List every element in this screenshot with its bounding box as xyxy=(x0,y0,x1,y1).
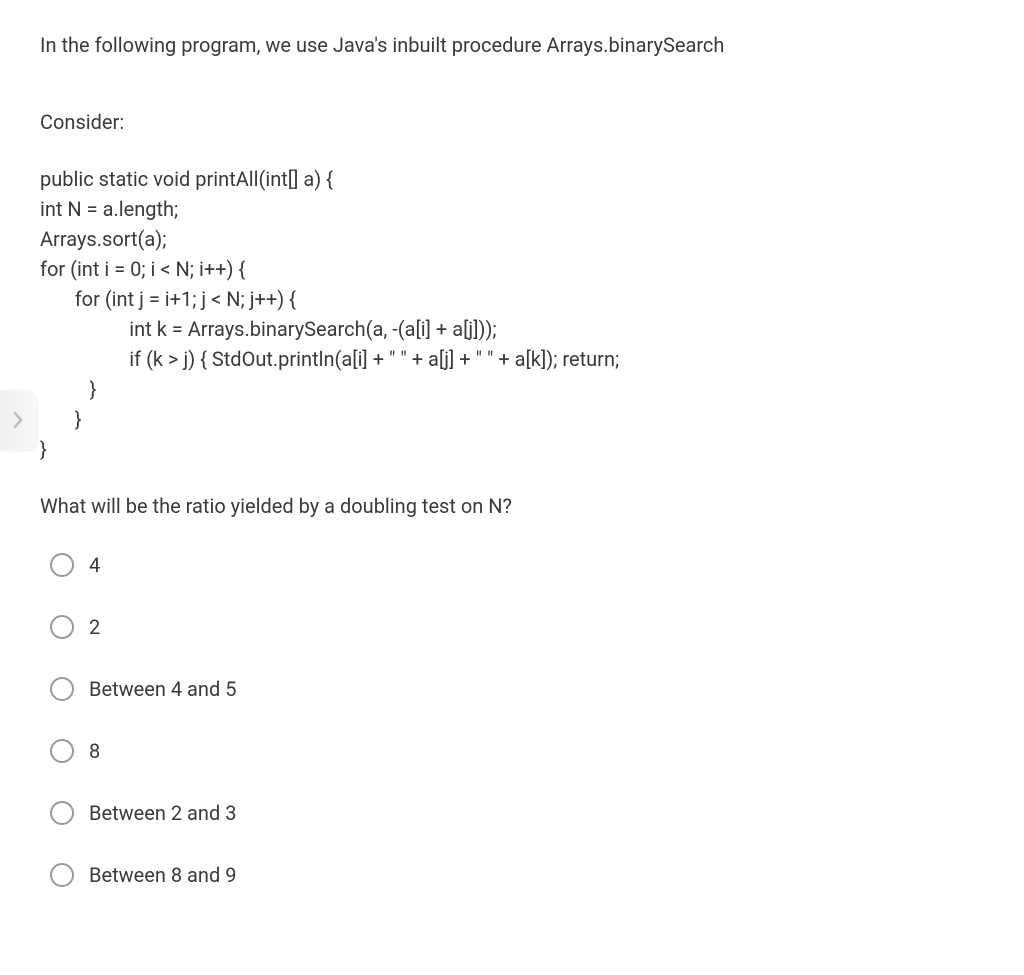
code-block: public static void printAll(int[] a) { i… xyxy=(40,164,984,464)
radio-icon xyxy=(50,677,74,701)
option-between-8-9[interactable]: Between 8 and 9 xyxy=(50,863,984,887)
chevron-right-icon xyxy=(12,410,24,430)
question-text: What will be the ratio yielded by a doub… xyxy=(40,494,984,518)
option-label: Between 4 and 5 xyxy=(89,677,236,701)
option-between-4-5[interactable]: Between 4 and 5 xyxy=(50,677,984,701)
option-between-2-3[interactable]: Between 2 and 3 xyxy=(50,801,984,825)
option-2[interactable]: 2 xyxy=(50,615,984,639)
radio-icon xyxy=(50,553,74,577)
option-8[interactable]: 8 xyxy=(50,739,984,763)
side-expand-tab[interactable] xyxy=(0,390,36,450)
option-label: 8 xyxy=(89,739,100,763)
radio-icon xyxy=(50,863,74,887)
consider-label: Consider: xyxy=(40,110,984,134)
option-label: Between 8 and 9 xyxy=(89,863,236,887)
option-4[interactable]: 4 xyxy=(50,553,984,577)
option-label: Between 2 and 3 xyxy=(89,801,236,825)
radio-icon xyxy=(50,801,74,825)
radio-icon xyxy=(50,615,74,639)
option-label: 4 xyxy=(89,553,100,577)
radio-icon xyxy=(50,739,74,763)
option-label: 2 xyxy=(89,615,100,639)
options-list: 4 2 Between 4 and 5 8 Between 2 and 3 Be… xyxy=(40,553,984,887)
intro-text: In the following program, we use Java's … xyxy=(40,30,984,60)
